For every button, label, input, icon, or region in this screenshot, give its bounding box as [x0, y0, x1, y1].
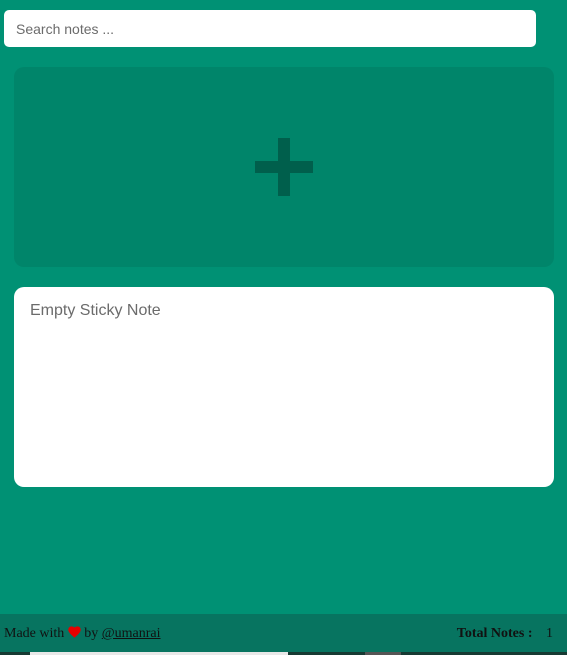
sticky-note[interactable]	[14, 287, 554, 487]
total-notes-count: 1	[546, 626, 553, 641]
search-input[interactable]	[4, 10, 536, 47]
total-notes-label: Total Notes :	[456, 626, 533, 641]
add-note-button[interactable]	[14, 67, 554, 267]
footer: Made with by @umanrai Total Notes : 1	[0, 614, 567, 655]
made-with-text: Made with	[4, 626, 65, 641]
heart-icon	[68, 626, 81, 638]
footer-credit: Made with by @umanrai	[4, 626, 161, 642]
by-text: by	[84, 626, 99, 641]
total-notes: Total Notes : 1	[457, 626, 553, 642]
plus-icon	[255, 138, 313, 196]
author-link[interactable]: @umanrai	[102, 626, 161, 641]
